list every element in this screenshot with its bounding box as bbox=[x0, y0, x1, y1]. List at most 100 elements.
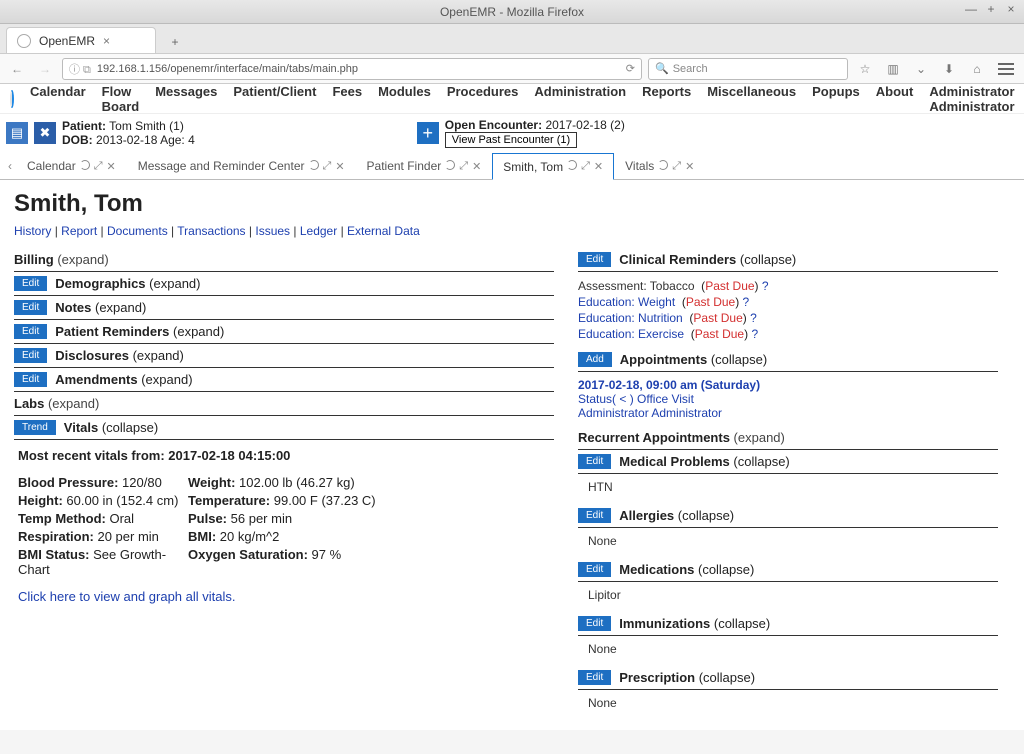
reminder-item[interactable]: Education: Weight (Past Due) ? bbox=[578, 294, 998, 310]
refresh-icon[interactable] bbox=[309, 160, 319, 170]
add-button[interactable]: Add bbox=[578, 352, 612, 367]
row-title[interactable]: Disclosures bbox=[55, 348, 129, 363]
lock-icon[interactable]: ⤢ bbox=[581, 160, 590, 173]
close-icon[interactable]: ✕ bbox=[472, 160, 481, 173]
refresh-icon[interactable] bbox=[80, 160, 90, 170]
close-icon[interactable]: ✕ bbox=[335, 160, 344, 173]
window-minimize-button[interactable]: — bbox=[964, 2, 978, 16]
edit-button[interactable]: Edit bbox=[14, 324, 47, 339]
edit-button[interactable]: Edit bbox=[578, 252, 611, 267]
tab-message-center[interactable]: Message and Reminder Center⤢✕ bbox=[127, 152, 356, 179]
row-title[interactable]: Patient Reminders bbox=[55, 324, 169, 339]
menu-messages[interactable]: Messages bbox=[155, 84, 217, 114]
menu-administration[interactable]: Administration bbox=[534, 84, 626, 114]
edit-button[interactable]: Edit bbox=[578, 616, 611, 631]
forward-button[interactable]: → bbox=[34, 58, 56, 80]
link-documents[interactable]: Documents bbox=[107, 224, 168, 238]
menu-calendar[interactable]: Calendar bbox=[30, 84, 86, 114]
page-title: Smith, Tom bbox=[14, 190, 554, 218]
clinical-reminders-title[interactable]: Clinical Reminders bbox=[619, 252, 736, 267]
link-history[interactable]: History bbox=[14, 224, 51, 238]
tab-calendar[interactable]: Calendar⤢✕ bbox=[16, 152, 127, 179]
browser-search-bar[interactable]: 🔍 Search bbox=[648, 58, 848, 80]
menu-flow-board[interactable]: Flow Board bbox=[102, 84, 140, 114]
library-icon[interactable]: ▥ bbox=[882, 58, 904, 80]
url-bar[interactable]: ⓘ ⧉ 192.168.1.156/openemr/interface/main… bbox=[62, 58, 642, 80]
edit-button[interactable]: Edit bbox=[14, 372, 47, 387]
link-issues[interactable]: Issues bbox=[255, 224, 290, 238]
lock-icon[interactable]: ⤢ bbox=[323, 160, 332, 173]
tab-vitals[interactable]: Vitals⤢✕ bbox=[614, 152, 705, 179]
tab-smith-tom[interactable]: Smith, Tom⤢✕ bbox=[492, 153, 614, 180]
bookmark-icon[interactable]: ☆ bbox=[854, 58, 876, 80]
menu-procedures[interactable]: Procedures bbox=[447, 84, 519, 114]
section-title[interactable]: Immunizations bbox=[619, 616, 710, 631]
row-title[interactable]: Demographics bbox=[55, 276, 145, 291]
refresh-icon[interactable] bbox=[567, 160, 577, 170]
section-title[interactable]: Prescription bbox=[619, 670, 695, 685]
home-icon[interactable]: ⌂ bbox=[966, 58, 988, 80]
reminder-item[interactable]: Education: Exercise (Past Due) ? bbox=[578, 326, 998, 342]
back-button[interactable]: ← bbox=[6, 58, 28, 80]
hamburger-menu-button[interactable] bbox=[994, 58, 1018, 80]
edit-button[interactable]: Edit bbox=[578, 454, 611, 469]
link-ledger[interactable]: Ledger bbox=[300, 224, 337, 238]
menu-patient-client[interactable]: Patient/Client bbox=[233, 84, 316, 114]
lock-icon[interactable]: ⤢ bbox=[94, 160, 103, 173]
clear-patient-button[interactable]: ✖ bbox=[34, 122, 56, 144]
tab-scroll-left-icon[interactable]: ‹ bbox=[4, 159, 16, 173]
vitals-title[interactable]: Vitals bbox=[64, 420, 98, 435]
labs-section-header[interactable]: Labs (expand) bbox=[14, 392, 554, 416]
section-title[interactable]: Medical Problems bbox=[619, 454, 730, 469]
menu-modules[interactable]: Modules bbox=[378, 84, 431, 114]
edit-button[interactable]: Edit bbox=[578, 670, 611, 685]
section-title[interactable]: Allergies bbox=[619, 508, 674, 523]
close-icon[interactable]: ✕ bbox=[107, 160, 116, 173]
lock-icon[interactable]: ⤢ bbox=[672, 160, 681, 173]
reminder-item[interactable]: Assessment: Tobacco (Past Due) ? bbox=[578, 278, 998, 294]
tab-close-icon[interactable]: × bbox=[103, 34, 110, 48]
menu-popups[interactable]: Popups bbox=[812, 84, 860, 114]
window-close-button[interactable]: × bbox=[1004, 2, 1018, 16]
link-transactions[interactable]: Transactions bbox=[177, 224, 245, 238]
row-title[interactable]: Notes bbox=[55, 300, 91, 315]
new-tab-button[interactable]: + bbox=[162, 31, 188, 53]
menu-reports[interactable]: Reports bbox=[642, 84, 691, 114]
section-title[interactable]: Medications bbox=[619, 562, 694, 577]
billing-section-header[interactable]: Billing (expand) bbox=[14, 248, 554, 272]
current-user-label[interactable]: Administrator Administrator bbox=[929, 84, 1014, 114]
site-info-icon[interactable]: ⓘ ⧉ bbox=[69, 61, 91, 77]
view-all-vitals-link[interactable]: Click here to view and graph all vitals. bbox=[18, 589, 236, 604]
summary-row: EditNotes (expand) bbox=[14, 296, 554, 320]
edit-button[interactable]: Edit bbox=[14, 276, 47, 291]
view-past-encounter-button[interactable]: View Past Encounter (1) bbox=[445, 132, 577, 148]
window-maximize-button[interactable]: + bbox=[984, 2, 998, 16]
menu-miscellaneous[interactable]: Miscellaneous bbox=[707, 84, 796, 114]
tab-patient-finder[interactable]: Patient Finder⤢✕ bbox=[356, 152, 493, 179]
menu-fees[interactable]: Fees bbox=[332, 84, 362, 114]
reload-icon[interactable]: ⟳ bbox=[626, 62, 635, 75]
downloads-icon[interactable]: ⬇ bbox=[938, 58, 960, 80]
row-title[interactable]: Amendments bbox=[55, 372, 137, 387]
close-icon[interactable]: ✕ bbox=[594, 160, 603, 173]
refresh-icon[interactable] bbox=[658, 160, 668, 170]
refresh-icon[interactable] bbox=[445, 160, 455, 170]
new-encounter-button[interactable]: + bbox=[417, 122, 439, 144]
edit-button[interactable]: Edit bbox=[578, 508, 611, 523]
link-report[interactable]: Report bbox=[61, 224, 97, 238]
link-external-data[interactable]: External Data bbox=[347, 224, 420, 238]
browser-tab[interactable]: OpenEMR × bbox=[6, 27, 156, 53]
appointment-entry[interactable]: 2017-02-18, 09:00 am (Saturday) Status( … bbox=[578, 372, 998, 426]
edit-button[interactable]: Edit bbox=[578, 562, 611, 577]
reminder-item[interactable]: Education: Nutrition (Past Due) ? bbox=[578, 310, 998, 326]
appointments-title[interactable]: Appointments bbox=[620, 352, 707, 367]
close-icon[interactable]: ✕ bbox=[685, 160, 694, 173]
recurrent-appointments-header[interactable]: Recurrent Appointments (expand) bbox=[578, 426, 998, 450]
pocket-icon[interactable]: ⌄ bbox=[910, 58, 932, 80]
lock-icon[interactable]: ⤢ bbox=[459, 160, 468, 173]
edit-button[interactable]: Edit bbox=[14, 300, 47, 315]
patient-card-icon[interactable]: ▤ bbox=[6, 122, 28, 144]
trend-button[interactable]: Trend bbox=[14, 420, 56, 435]
menu-about[interactable]: About bbox=[876, 84, 914, 114]
edit-button[interactable]: Edit bbox=[14, 348, 47, 363]
